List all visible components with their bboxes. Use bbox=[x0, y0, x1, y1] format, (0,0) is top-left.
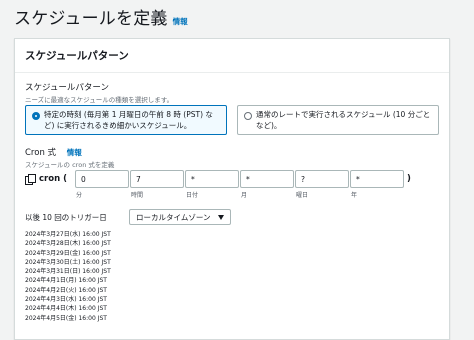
list-item: 2024年3月28日(木) 16:00 JST bbox=[25, 240, 111, 248]
list-item: 2024年4月4日(木) 16:00 JST bbox=[25, 305, 107, 313]
year-input[interactable] bbox=[350, 170, 404, 188]
cron-field-weekday: 曜日 bbox=[295, 170, 349, 199]
radio-rate[interactable] bbox=[244, 112, 252, 120]
minutes-input[interactable] bbox=[75, 170, 129, 188]
cron-field-year: 年 bbox=[350, 170, 404, 199]
cron-field-month: 月 bbox=[240, 170, 294, 199]
list-item: 2024年4月2日(火) 16:00 JST bbox=[25, 286, 107, 294]
month-caption: 月 bbox=[241, 192, 248, 199]
list-item: 2024年4月5日(金) 16:00 JST bbox=[25, 314, 107, 322]
cron-field-minutes: 分 bbox=[75, 170, 129, 199]
option-cron-tile[interactable]: 特定の時刻 (毎月第 1 月曜日の午前 8 時 (PST) など) に実行される… bbox=[25, 105, 227, 135]
radio-cron[interactable] bbox=[32, 112, 40, 120]
cron-label: Cron 式 情報 bbox=[25, 146, 114, 158]
hours-input[interactable] bbox=[130, 170, 184, 188]
trigger-row: 以後 10 回のトリガー日 ローカルタイムゾーン bbox=[25, 209, 231, 225]
cron-info-link[interactable]: 情報 bbox=[67, 148, 82, 157]
option-cron-label: 特定の時刻 (毎月第 1 月曜日の午前 8 時 (PST) など) に実行される… bbox=[44, 110, 213, 130]
pattern-label: スケジュールパターン bbox=[25, 83, 109, 93]
day-caption: 日付 bbox=[186, 192, 199, 199]
pattern-section: スケジュールパターン ニーズに最適なスケジュールの種類を選択します。 bbox=[25, 81, 173, 104]
hours-caption: 時間 bbox=[131, 192, 144, 199]
option-rate-tile[interactable]: 通常のレートで実行されるスケジュール (10 分ごとなど)。 bbox=[237, 105, 439, 135]
cron-description: スケジュールの cron 式を定義 bbox=[25, 161, 115, 169]
trigger-label: 以後 10 回のトリガー日 bbox=[25, 212, 107, 222]
chevron-down-icon bbox=[218, 214, 224, 220]
year-caption: 年 bbox=[351, 192, 358, 199]
page-header: スケジュールを定義 情報 bbox=[14, 4, 188, 29]
pattern-description: ニーズに最適なスケジュールの種類を選択します。 bbox=[25, 96, 174, 104]
info-link[interactable]: 情報 bbox=[173, 16, 188, 27]
cron-field-day: 日付 bbox=[185, 170, 239, 199]
copy-icon[interactable] bbox=[25, 174, 36, 185]
list-item: 2024年4月3日(水) 16:00 JST bbox=[25, 296, 107, 304]
weekday-input[interactable] bbox=[295, 170, 349, 188]
list-item: 2024年3月30日(土) 16:00 JST bbox=[25, 258, 111, 266]
option-rate-label: 通常のレートで実行されるスケジュール (10 分ごとなど)。 bbox=[256, 110, 431, 130]
list-item: 2024年4月1日(月) 16:00 JST bbox=[25, 277, 107, 285]
day-input[interactable] bbox=[185, 170, 239, 188]
panel-title: スケジュールパターン bbox=[15, 39, 449, 73]
schedule-pattern-panel: スケジュールパターン スケジュールパターン ニーズに最適なスケジュールの種類を選… bbox=[14, 38, 450, 340]
month-input[interactable] bbox=[240, 170, 294, 188]
minutes-caption: 分 bbox=[76, 192, 83, 199]
trigger-date-list: 2024年3月27日(水) 16:00 JST 2024年3月28日(木) 16… bbox=[25, 230, 111, 323]
weekday-caption: 曜日 bbox=[296, 192, 309, 199]
list-item: 2024年3月31日(日) 16:00 JST bbox=[25, 268, 111, 276]
cron-suffix: ) bbox=[407, 174, 411, 184]
list-item: 2024年3月29日(金) 16:00 JST bbox=[25, 249, 111, 257]
list-item: 2024年3月27日(水) 16:00 JST bbox=[25, 231, 111, 238]
timezone-select[interactable]: ローカルタイムゾーン bbox=[129, 209, 231, 225]
page-title: スケジュールを定義 bbox=[14, 9, 168, 29]
cron-title: Cron 式 bbox=[25, 148, 57, 158]
cron-prefix-text: cron ( bbox=[39, 174, 67, 184]
cron-section: Cron 式 情報 スケジュールの cron 式を定義 bbox=[25, 146, 114, 169]
cron-expression-row: cron ( 分 時間 日付 月 曜日 年 ) bbox=[25, 170, 411, 199]
cron-field-hours: 時間 bbox=[130, 170, 184, 199]
timezone-value: ローカルタイムゾーン bbox=[136, 212, 211, 222]
cron-prefix: cron ( bbox=[25, 170, 75, 188]
